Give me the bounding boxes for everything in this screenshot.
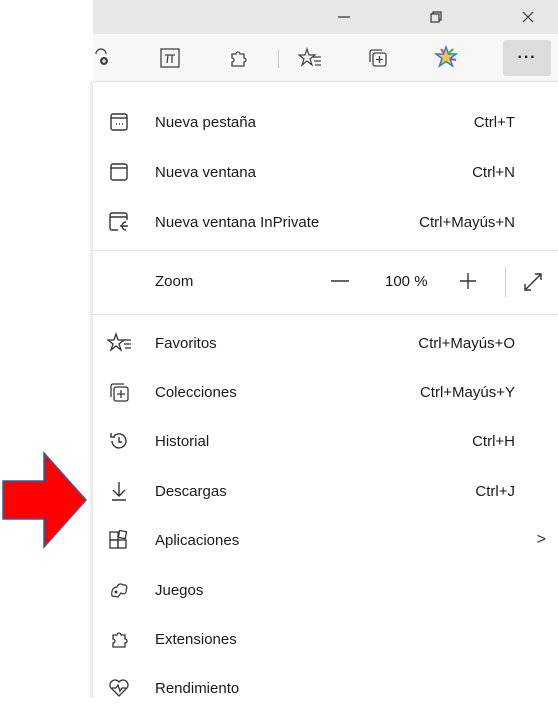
title-bar bbox=[93, 0, 558, 34]
menu-item-label: Aplicaciones bbox=[155, 531, 240, 549]
shortcut-text: Ctrl+T bbox=[473, 113, 515, 131]
performance-icon bbox=[107, 676, 131, 700]
menu-item-label: Colecciones bbox=[155, 383, 237, 401]
menu-item-label: Descargas bbox=[155, 482, 227, 500]
menu-item-collections[interactable]: Colecciones Ctrl+Mayús+Y bbox=[93, 367, 558, 417]
menu-item-label: Extensiones bbox=[155, 630, 237, 648]
menu-divider bbox=[93, 314, 558, 315]
more-button[interactable]: ··· bbox=[503, 40, 551, 76]
zoom-separator bbox=[505, 267, 506, 297]
menu-item-performance[interactable]: Rendimiento bbox=[93, 663, 558, 713]
inprivate-icon bbox=[107, 210, 131, 234]
menu-item-downloads[interactable]: Descargas Ctrl+J bbox=[93, 466, 558, 516]
download-icon bbox=[107, 479, 131, 503]
collections-icon[interactable] bbox=[361, 42, 395, 74]
shortcut-text: Ctrl+Mayús+O bbox=[418, 334, 515, 352]
minimize-icon[interactable] bbox=[321, 0, 367, 34]
games-icon bbox=[107, 578, 131, 602]
menu-item-extensions[interactable]: Extensiones bbox=[93, 614, 558, 664]
shortcut-text: Ctrl+H bbox=[472, 432, 515, 450]
menu-item-label: Historial bbox=[155, 432, 210, 450]
extensions-icon bbox=[107, 627, 131, 651]
shortcut-text: Ctrl+Mayús+N bbox=[419, 213, 515, 231]
partial-extension-icon[interactable] bbox=[85, 42, 119, 74]
zoom-value: 100 % bbox=[385, 273, 428, 290]
menu-item-label: Nueva ventana InPrivate bbox=[155, 213, 320, 231]
restore-icon[interactable] bbox=[413, 0, 459, 34]
menu-divider bbox=[93, 250, 558, 251]
favorites-icon bbox=[107, 331, 131, 355]
menu-item-favorites[interactable]: Favoritos Ctrl+Mayús+O bbox=[93, 318, 558, 368]
collections-icon bbox=[107, 380, 131, 404]
menu-item-new-window[interactable]: Nueva ventana Ctrl+N bbox=[93, 147, 558, 197]
zoom-label: Zoom bbox=[155, 273, 194, 290]
menu-item-inprivate[interactable]: Nueva ventana InPrivate Ctrl+Mayús+N bbox=[93, 197, 558, 247]
zoom-row: Zoom 100 % bbox=[93, 257, 558, 307]
math-solver-icon[interactable] bbox=[153, 42, 187, 74]
menu-item-label: Rendimiento bbox=[155, 679, 240, 697]
new-window-icon bbox=[107, 160, 131, 184]
fullscreen-button[interactable] bbox=[518, 269, 548, 295]
apps-icon bbox=[107, 528, 131, 552]
menu-item-apps[interactable]: Aplicaciones > bbox=[93, 515, 558, 565]
shortcut-text: Ctrl+J bbox=[475, 482, 515, 500]
menu-item-history[interactable]: Historial Ctrl+H bbox=[93, 416, 558, 466]
red-arrow-annotation bbox=[0, 450, 90, 550]
favorites-icon[interactable] bbox=[293, 42, 327, 74]
more-icon: ··· bbox=[517, 49, 537, 66]
copilot-star-icon[interactable] bbox=[429, 42, 463, 74]
new-tab-icon bbox=[107, 110, 131, 134]
menu-item-label: Nueva pestaña bbox=[155, 113, 256, 131]
zoom-out-button[interactable] bbox=[325, 269, 355, 293]
extensions-icon[interactable] bbox=[221, 42, 255, 74]
zoom-in-button[interactable] bbox=[453, 269, 483, 293]
history-icon bbox=[107, 429, 131, 453]
shortcut-text: Ctrl+Mayús+Y bbox=[419, 383, 515, 401]
menu-item-label: Favoritos bbox=[155, 334, 217, 352]
settings-menu: Nueva pestaña Ctrl+T Nueva ventana Ctrl+… bbox=[93, 82, 558, 698]
menu-item-new-tab[interactable]: Nueva pestaña Ctrl+T bbox=[93, 97, 558, 147]
menu-item-label: Nueva ventana bbox=[155, 163, 256, 181]
menu-item-label: Juegos bbox=[155, 581, 204, 599]
fullscreen-icon bbox=[524, 273, 542, 291]
minus-icon bbox=[331, 280, 349, 282]
browser-toolbar: ··· bbox=[93, 34, 558, 82]
close-icon[interactable] bbox=[505, 0, 551, 34]
toolbar-separator bbox=[278, 50, 279, 68]
plus-icon bbox=[460, 273, 476, 289]
menu-item-games[interactable]: Juegos bbox=[93, 565, 558, 615]
shortcut-text: Ctrl+N bbox=[472, 163, 515, 181]
chevron-right-icon: > bbox=[536, 531, 546, 548]
